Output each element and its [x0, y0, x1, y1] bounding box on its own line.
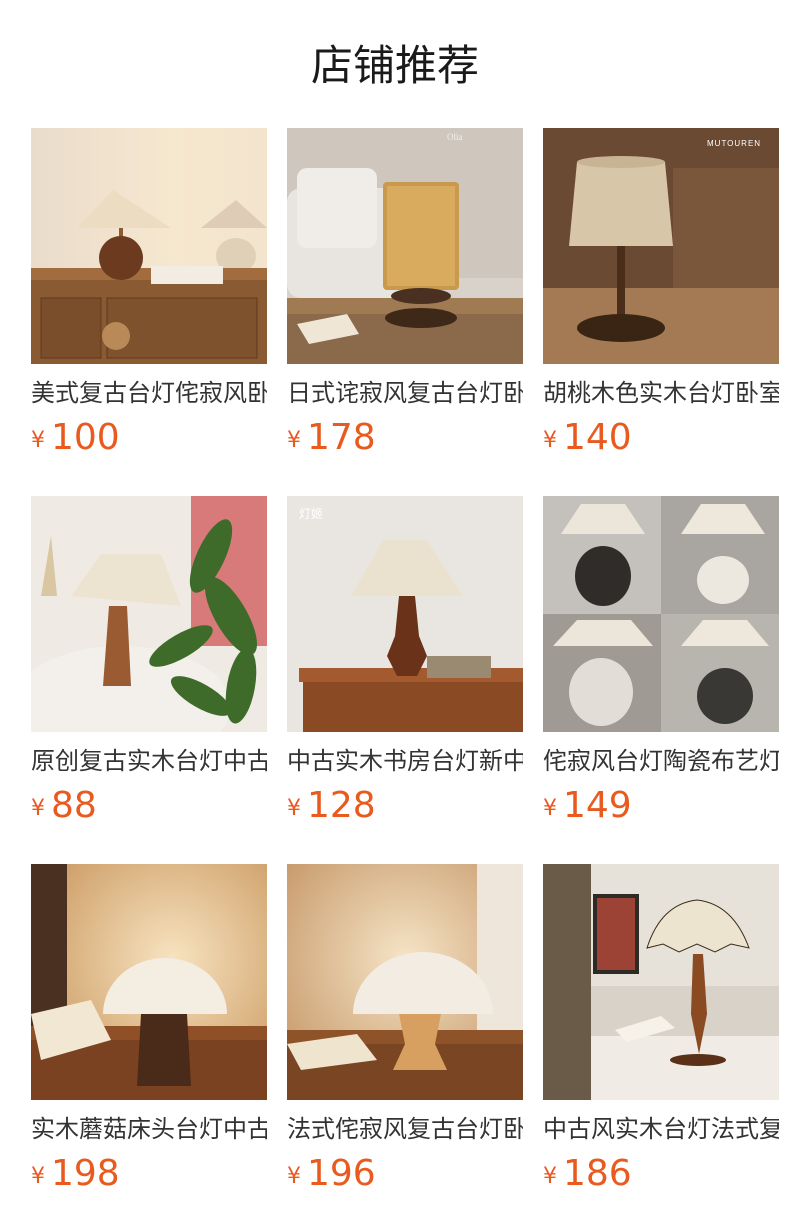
- product-image[interactable]: [543, 496, 779, 732]
- price-amount: 186: [563, 1153, 632, 1194]
- currency-symbol: ¥: [287, 1164, 301, 1189]
- product-price: ¥186: [543, 1152, 632, 1196]
- product-price: ¥149: [543, 784, 632, 828]
- product-price: ¥198: [31, 1152, 120, 1196]
- product-image[interactable]: MUTOUREN: [543, 128, 779, 364]
- currency-symbol: ¥: [543, 796, 557, 821]
- product-card[interactable]: 美式复古台灯侘寂风卧室床头灯 ¥100: [31, 128, 267, 496]
- product-name[interactable]: 法式侘寂风复古台灯卧室床头: [287, 1112, 523, 1146]
- product-price: ¥178: [287, 416, 376, 460]
- product-card[interactable]: 侘寂风台灯陶瓷布艺灯罩卧室 ¥149: [543, 496, 779, 864]
- product-price: ¥140: [543, 416, 632, 460]
- product-image[interactable]: 灯姬: [287, 496, 523, 732]
- page-title: 店铺推荐: [310, 41, 479, 90]
- dengji-logo: 灯姬: [299, 507, 323, 521]
- product-name[interactable]: 实木蘑菇床头台灯中古风卧室: [31, 1112, 267, 1146]
- product-card[interactable]: 实木蘑菇床头台灯中古风卧室 ¥198: [31, 864, 267, 1232]
- product-price: ¥128: [287, 784, 376, 828]
- currency-symbol: ¥: [287, 796, 301, 821]
- product-price: ¥100: [31, 416, 120, 460]
- price-amount: 178: [307, 417, 376, 458]
- price-amount: 198: [51, 1153, 120, 1194]
- price-amount: 128: [307, 785, 376, 826]
- product-name[interactable]: 原创复古实木台灯中古风卧室: [31, 744, 267, 778]
- product-card[interactable]: 法式侘寂风复古台灯卧室床头 ¥196: [287, 864, 523, 1232]
- product-grid: 美式复古台灯侘寂风卧室床头灯 ¥100 Olia 日式诧寂风复古台灯卧室客厅: [31, 128, 779, 1232]
- price-amount: 149: [563, 785, 632, 826]
- product-card[interactable]: 原创复古实木台灯中古风卧室 ¥88: [31, 496, 267, 864]
- product-image[interactable]: [31, 496, 267, 732]
- product-name[interactable]: 日式诧寂风复古台灯卧室客厅: [287, 376, 523, 410]
- product-price: ¥196: [287, 1152, 376, 1196]
- product-name[interactable]: 美式复古台灯侘寂风卧室床头灯: [31, 376, 267, 410]
- product-image[interactable]: [543, 864, 779, 1100]
- product-name[interactable]: 胡桃木色实木台灯卧室床头灯: [543, 376, 779, 410]
- product-card[interactable]: 灯姬 中古实木书房台灯新中式客厅 ¥128: [287, 496, 523, 864]
- currency-symbol: ¥: [543, 1164, 557, 1189]
- currency-symbol: ¥: [543, 428, 557, 453]
- product-card[interactable]: Olia 日式诧寂风复古台灯卧室客厅 ¥178: [287, 128, 523, 496]
- currency-symbol: ¥: [31, 796, 45, 821]
- price-amount: 100: [51, 417, 120, 458]
- olia-logo: Olia: [447, 132, 463, 142]
- currency-symbol: ¥: [31, 428, 45, 453]
- product-image[interactable]: [287, 864, 523, 1100]
- product-card[interactable]: MUTOUREN 胡桃木色实木台灯卧室床头灯 ¥140: [543, 128, 779, 496]
- product-image[interactable]: [31, 864, 267, 1100]
- currency-symbol: ¥: [287, 428, 301, 453]
- price-amount: 196: [307, 1153, 376, 1194]
- product-card[interactable]: 中古风实木台灯法式复古卧室 ¥186: [543, 864, 779, 1232]
- mutouren-logo: MUTOUREN: [707, 139, 761, 148]
- product-name[interactable]: 侘寂风台灯陶瓷布艺灯罩卧室: [543, 744, 779, 778]
- product-image[interactable]: Olia: [287, 128, 523, 364]
- product-name[interactable]: 中古实木书房台灯新中式客厅: [287, 744, 523, 778]
- product-name[interactable]: 中古风实木台灯法式复古卧室: [543, 1112, 779, 1146]
- price-amount: 88: [51, 785, 97, 826]
- currency-symbol: ¥: [31, 1164, 45, 1189]
- product-image[interactable]: [31, 128, 267, 364]
- product-price: ¥88: [31, 784, 97, 828]
- price-amount: 140: [563, 417, 632, 458]
